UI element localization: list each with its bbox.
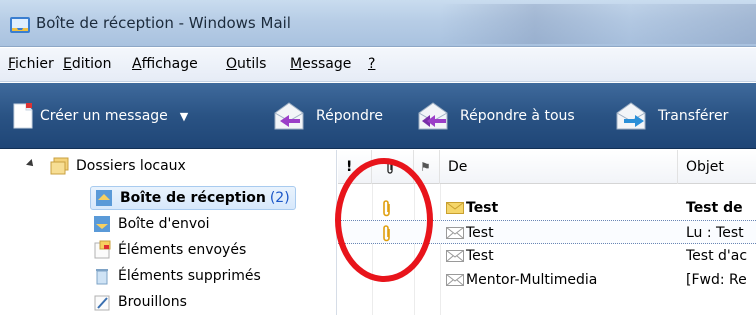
toolbar: Créer un message ▼ Répondre Répondre à t… xyxy=(0,83,756,149)
folder-drafts[interactable]: Brouillons xyxy=(92,290,187,314)
forward-icon xyxy=(616,102,646,130)
unread-count: (2) xyxy=(269,190,290,206)
message-subject: Test de xyxy=(686,200,743,216)
outbox-icon xyxy=(94,216,110,232)
attachment-icon xyxy=(382,221,402,245)
read-envelope-icon xyxy=(446,227,464,239)
message-row[interactable]: Test Test d'ac xyxy=(338,244,756,268)
column-priority[interactable]: ! xyxy=(338,150,372,184)
message-from: Test xyxy=(466,225,494,241)
folders-icon xyxy=(50,157,69,175)
folder-pane: Dossiers locaux Boîte de réception (2) B… xyxy=(0,150,337,315)
folder-deleted[interactable]: Éléments supprimés xyxy=(92,264,261,288)
message-from: Test xyxy=(466,200,499,216)
unread-envelope-icon xyxy=(446,202,464,214)
expand-arrow-icon[interactable] xyxy=(26,159,36,169)
read-envelope-icon xyxy=(446,250,464,262)
read-envelope-icon xyxy=(446,274,464,286)
title-bar-blur xyxy=(440,4,756,44)
title-bar: Boîte de réception - Windows Mail xyxy=(0,0,756,47)
reply-all-button[interactable]: Répondre à tous xyxy=(416,101,575,131)
message-subject: Test d'ac xyxy=(686,248,748,264)
menu-affichage[interactable]: Affichage xyxy=(132,56,198,72)
reply-button[interactable]: Répondre xyxy=(272,101,383,131)
window-title: Boîte de réception - Windows Mail xyxy=(36,14,291,32)
message-from: Mentor-Multimedia xyxy=(466,272,598,288)
sent-items-icon xyxy=(94,240,111,259)
message-row[interactable]: Test Test de xyxy=(338,196,756,220)
column-from[interactable]: De xyxy=(440,150,678,184)
inbox-icon xyxy=(96,190,112,206)
chevron-down-icon[interactable]: ▼ xyxy=(180,110,188,123)
message-from: Test xyxy=(466,248,494,264)
menu-edition[interactable]: Edition xyxy=(63,56,111,72)
menu-help[interactable]: ? xyxy=(368,56,375,72)
menu-fichier[interactable]: Fichier xyxy=(8,56,54,72)
drafts-icon xyxy=(94,295,110,311)
message-subject: [Fwd: Re xyxy=(686,272,747,288)
folder-outbox[interactable]: Boîte d'envoi xyxy=(92,212,210,236)
reply-icon xyxy=(274,102,304,130)
message-row-focused[interactable]: Test Lu : Test xyxy=(338,220,756,244)
create-message-button[interactable]: Créer un message ▼ xyxy=(12,101,188,131)
inbox-app-icon xyxy=(10,17,30,33)
new-message-icon xyxy=(13,103,33,129)
column-attachment[interactable] xyxy=(372,150,414,184)
message-list-header: ! ⚑ De Objet xyxy=(338,150,756,184)
trash-icon xyxy=(96,269,108,285)
reply-all-icon xyxy=(418,102,448,130)
menu-message[interactable]: Message xyxy=(290,56,351,72)
column-flag[interactable]: ⚑ xyxy=(414,150,440,184)
folder-sent[interactable]: Éléments envoyés xyxy=(92,238,246,262)
paperclip-icon xyxy=(387,160,393,174)
folder-local[interactable]: Dossiers locaux xyxy=(50,154,186,178)
forward-button[interactable]: Transférer xyxy=(614,101,728,131)
message-subject: Lu : Test xyxy=(686,225,744,241)
menu-bar: Fichier Edition Affichage Outils Message… xyxy=(0,48,756,82)
attachment-icon xyxy=(382,196,402,220)
flag-icon: ⚑ xyxy=(420,160,431,174)
message-list: ! ⚑ De Objet Test Test de Test Lu: Test… xyxy=(338,150,756,315)
column-subject[interactable]: Objet xyxy=(678,150,756,184)
menu-outils[interactable]: Outils xyxy=(226,56,266,72)
folder-inbox[interactable]: Boîte de réception (2) xyxy=(90,186,296,210)
message-row[interactable]: Mentor-Multimedia [Fwd: Re xyxy=(338,268,756,292)
